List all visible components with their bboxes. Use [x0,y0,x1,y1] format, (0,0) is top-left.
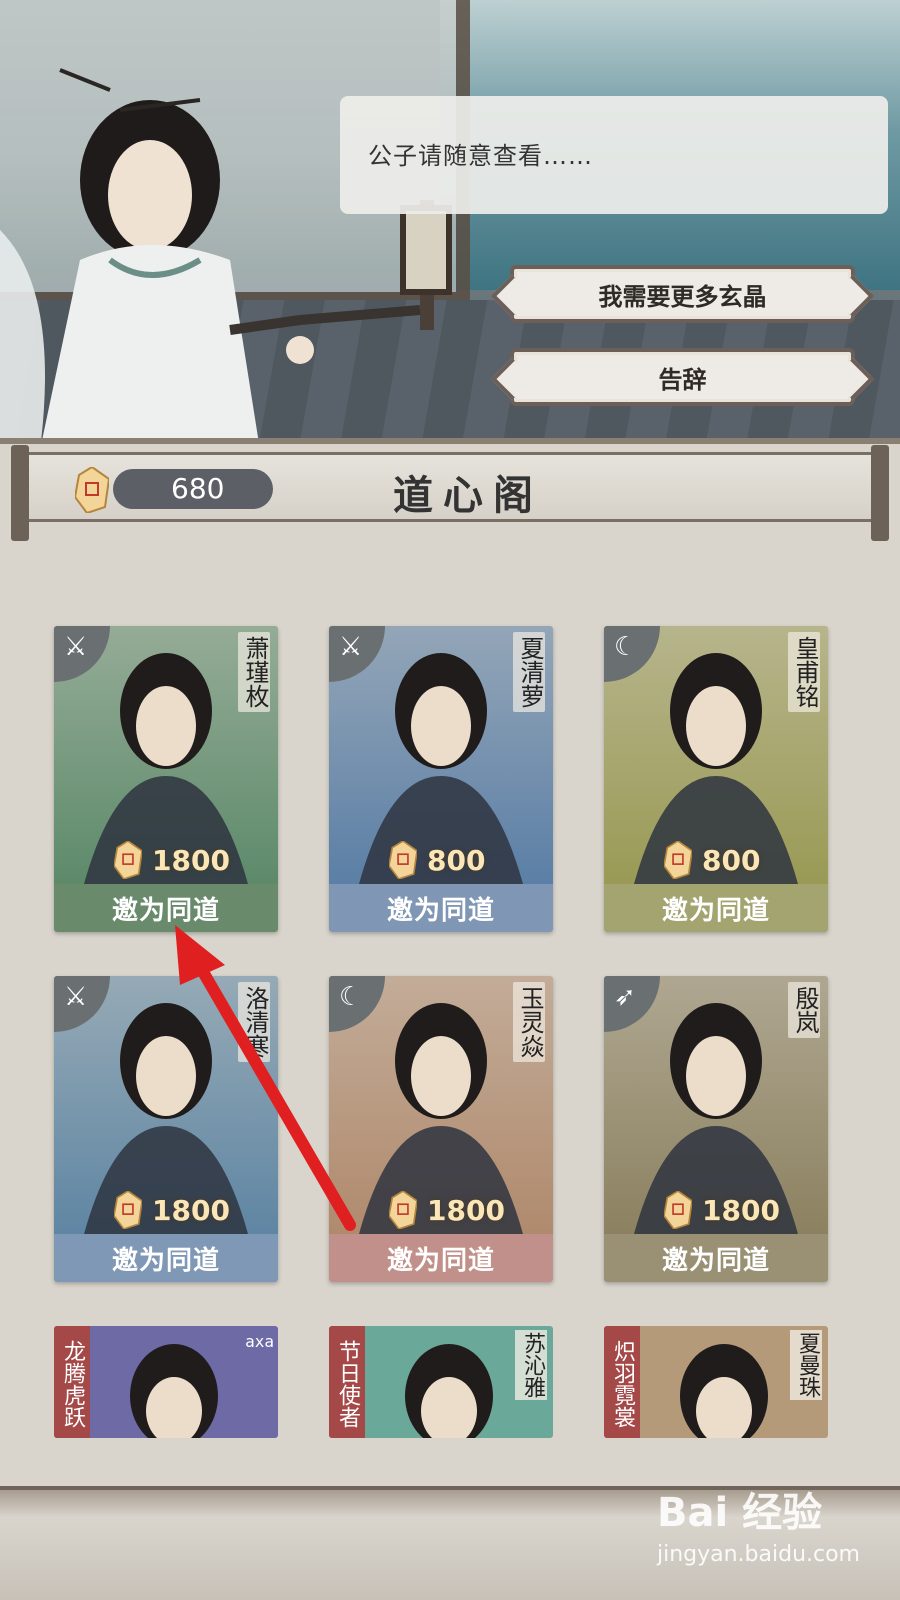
more-crystal-button[interactable]: 我需要更多玄晶 [510,265,855,323]
watermark-brand: Bai 经验 [656,1490,823,1536]
character-card[interactable]: ⚔ 夏清萝 800 邀为同道 [329,626,553,932]
card-mark: axa [245,1332,274,1351]
moon-icon: ☾ [339,982,363,1012]
crystal-icon [664,1191,692,1229]
more-crystal-label: 我需要更多玄晶 [598,282,767,311]
character-card-partial[interactable]: 节日使者 苏沁雅 [329,1326,553,1438]
price-value: 1800 [152,1193,230,1227]
character-card[interactable]: ☾ 玉灵焱 1800 邀为同道 [329,976,553,1282]
character-card[interactable]: ⚔ 洛清寒 1800 邀为同道 [54,976,278,1282]
character-name: 皇甫铭 [788,632,820,712]
character-name: 玉灵焱 [513,982,545,1062]
currency-display: 680 [113,469,273,509]
header-post-left [11,445,29,541]
invite-button[interactable]: 邀为同道 [604,884,828,932]
price-value: 1800 [152,843,230,877]
price-value: 1800 [427,1193,505,1227]
character-price: 1800 [664,1188,780,1232]
character-price: 1800 [114,838,230,882]
crystal-icon [664,841,692,879]
invite-button[interactable]: 邀为同道 [54,1234,278,1282]
shop-title: 道心阁 [393,472,543,519]
crystal-icon [75,467,109,513]
character-name: 殷岚 [788,982,820,1038]
crystal-icon [114,841,142,879]
watermark: Bai 经验 jingyan.baidu.com [657,1480,860,1567]
character-name: 萧瑾枚 [238,632,270,712]
character-price: 800 [664,838,760,882]
header-post-right [871,445,889,541]
invite-button[interactable]: 邀为同道 [54,884,278,932]
event-tag: 节日使者 [329,1326,365,1438]
character-card[interactable]: ☾ 皇甫铭 800 邀为同道 [604,626,828,932]
leave-button[interactable]: 告辞 [510,348,855,406]
character-card-partial[interactable]: 炽羽霓裳 夏曼珠 [604,1326,828,1438]
character-name: 夏清萝 [513,632,545,712]
character-name: 夏曼珠 [790,1330,822,1400]
character-price: 800 [389,838,485,882]
character-card[interactable]: ➶ 殷岚 1800 邀为同道 [604,976,828,1282]
panel-header: 680 道心阁 [11,445,889,541]
moon-icon: ☾ [614,632,638,662]
crystal-icon [389,841,417,879]
event-tag: 龙腾虎跃 [54,1326,90,1438]
invite-button[interactable]: 邀为同道 [329,1234,553,1282]
character-card-partial[interactable]: 龙腾虎跃 axa [54,1326,278,1438]
npc-portrait [0,68,421,440]
spear-icon: ➶ [614,982,636,1012]
currency-amount: 680 [171,472,225,505]
sword-icon: ⚔ [339,632,363,662]
crystal-icon [114,1191,142,1229]
character-name: 苏沁雅 [515,1330,547,1400]
price-value: 800 [427,843,486,877]
dialogue-text: 公子请随意查看…… [368,142,593,170]
price-value: 800 [702,843,761,877]
sword-icon: ⚔ [64,632,88,662]
character-name: 洛清寒 [238,982,270,1062]
crystal-icon [389,1191,417,1229]
sword-icon: ⚔ [64,982,88,1012]
story-scene: 公子请随意查看…… 我需要更多玄晶 告辞 [0,0,900,440]
watermark-url: jingyan.baidu.com [656,1542,860,1567]
character-price: 1800 [114,1188,230,1232]
invite-button[interactable]: 邀为同道 [604,1234,828,1282]
dialogue-box: 公子请随意查看…… [340,96,888,214]
event-tag: 炽羽霓裳 [604,1326,640,1438]
leave-label: 告辞 [658,365,707,394]
price-value: 1800 [702,1193,780,1227]
invite-button[interactable]: 邀为同道 [329,884,553,932]
character-price: 1800 [389,1188,505,1232]
character-card[interactable]: ⚔ 萧瑾枚 1800 邀为同道 [54,626,278,932]
shop-panel: 680 道心阁 ⚔ 萧瑾枚 1800 邀为同道 ⚔ 夏清萝 800 邀为同道 ☾… [0,438,900,1488]
